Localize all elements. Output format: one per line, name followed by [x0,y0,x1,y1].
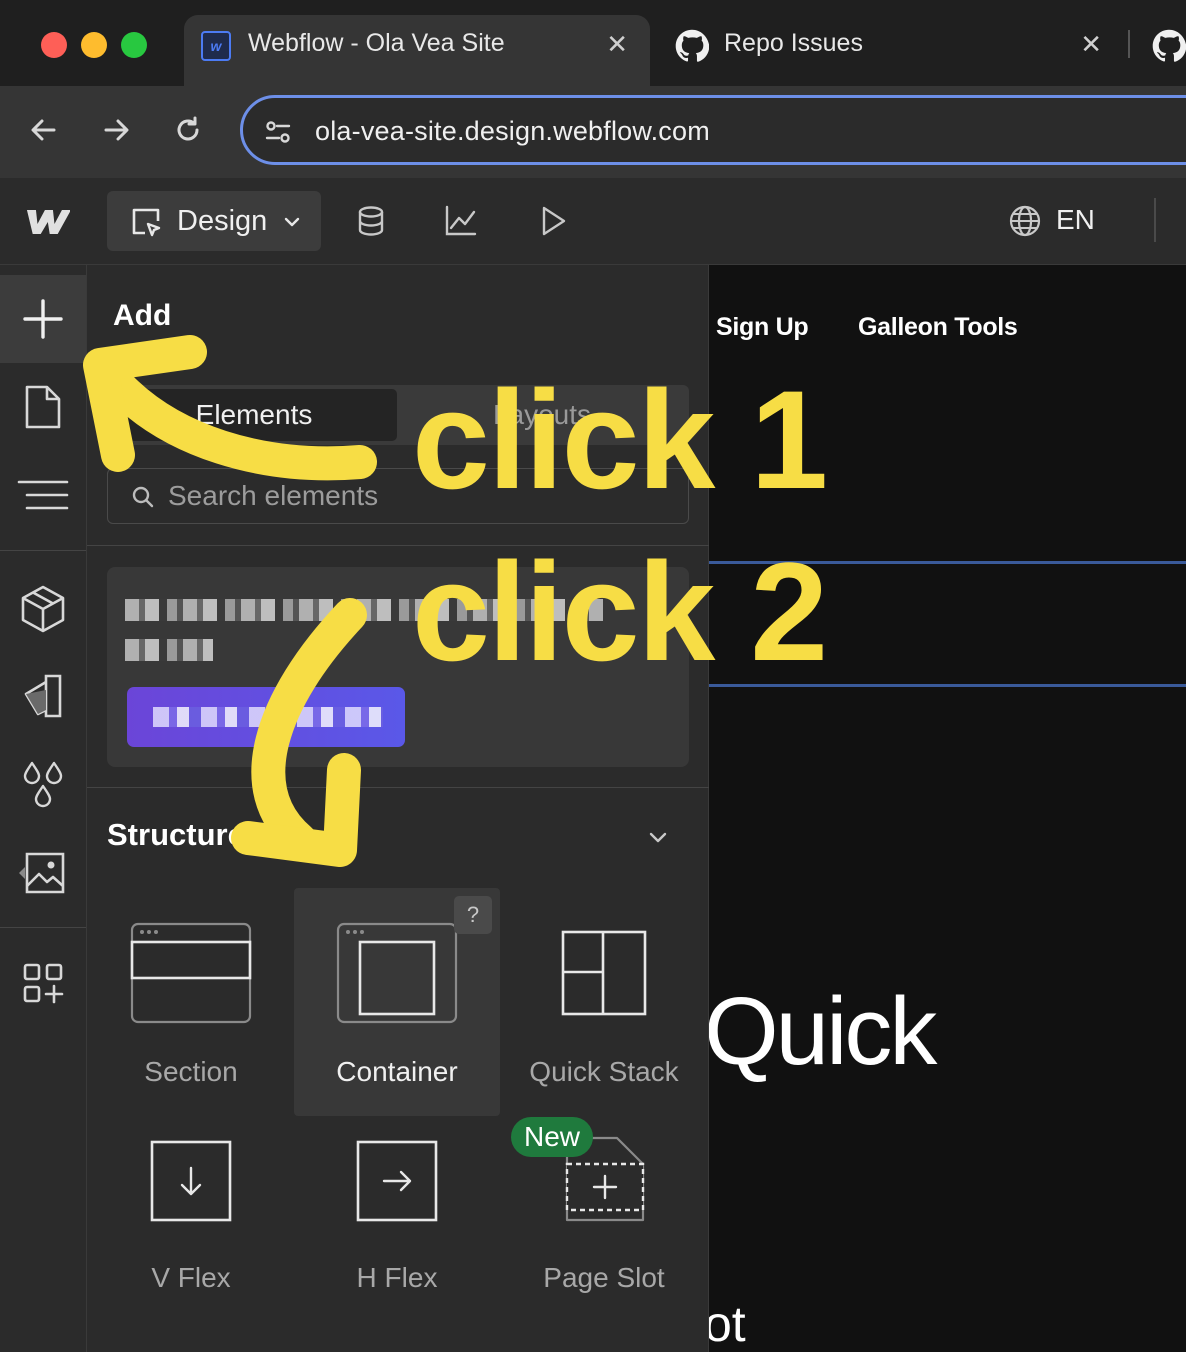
element-container[interactable]: ? Container [294,888,500,1116]
redacted-text [125,639,213,661]
element-quick-stack[interactable]: Quick Stack [501,888,707,1116]
add-plus-icon [23,299,63,339]
container-icon [336,922,458,1024]
url-text: ola-vea-site.design.webflow.com [315,116,710,146]
redacted-text [153,707,383,727]
h-flex-icon [356,1140,438,1222]
minimize-window-button[interactable] [81,32,107,58]
left-sidebar-rail [0,265,87,1352]
analytics-chart-icon[interactable] [444,204,478,238]
element-label: Container [336,1056,458,1087]
topbar-divider [1154,198,1156,242]
element-label: V Flex [151,1262,231,1293]
annotation-click-2: click 2 [412,533,828,690]
tab-close-icon[interactable]: ✕ [1080,29,1102,60]
back-arrow-icon[interactable] [24,110,64,150]
webflow-logo-icon[interactable] [22,204,70,238]
canvas-nav-link[interactable]: Sign Up [716,313,809,342]
browser-toolbar: ola-vea-site.design.webflow.com [0,86,1186,178]
chevron-down-icon[interactable] [647,827,669,849]
new-badge: New [511,1117,593,1157]
address-bar[interactable]: ola-vea-site.design.webflow.com [240,95,1186,165]
style-selectors-button[interactable] [0,653,86,741]
webflow-designer: Design EN Sign Up Galleon Tools Quick ot… [0,178,1186,1352]
annotation-click-1: click 1 [412,361,828,518]
element-label: Page Slot [543,1262,665,1293]
designer-topbar: Design EN [0,178,1186,265]
search-icon [132,486,154,508]
tab-title: Webflow - Ola Vea Site [248,29,505,57]
tab-webflow[interactable]: w Webflow - Ola Vea Site ✕ [184,15,650,86]
design-mode-label: Design [177,205,268,237]
site-settings-icon[interactable] [263,117,293,147]
navigator-button[interactable] [0,451,86,539]
tab-repo-issues[interactable]: Repo Issues ✕ [650,15,1126,86]
reload-icon[interactable] [168,110,208,150]
assets-button[interactable] [0,829,86,917]
pages-button[interactable] [0,363,86,451]
quick-stack-icon [561,930,647,1016]
add-elements-button[interactable] [0,275,86,363]
canvas-heading[interactable]: Quick [708,977,937,1087]
github-icon [675,29,709,62]
section-icon [130,922,252,1024]
rail-divider [0,927,86,928]
canvas-nav-link[interactable]: Galleon Tools [858,313,1018,342]
v-flex-icon [150,1140,232,1222]
preview-play-icon[interactable] [536,204,570,238]
github-icon[interactable] [1152,29,1186,63]
element-v-flex[interactable]: V Flex [88,1116,294,1344]
variables-button[interactable] [0,741,86,829]
browser-titlebar: w Webflow - Ola Vea Site ✕ Repo Issues ✕ [0,0,1186,86]
assets-image-icon [19,852,65,894]
design-mode-dropdown[interactable]: Design [107,191,321,251]
forward-arrow-icon[interactable] [96,110,136,150]
element-label: H Flex [356,1262,438,1293]
globe-icon[interactable] [1008,204,1042,238]
panel-title: Add [113,299,172,332]
tab-title: Repo Issues [724,29,863,57]
cursor-select-icon [132,208,161,237]
help-icon[interactable]: ? [454,896,492,934]
tab-close-icon[interactable]: ✕ [606,29,628,60]
rail-divider [0,550,86,551]
structure-section-title[interactable]: Structure [107,817,245,853]
cms-database-icon[interactable] [354,204,388,238]
variables-drops-icon [23,761,63,808]
style-selector-icon [24,674,62,718]
chevron-down-icon [284,217,300,227]
element-h-flex[interactable]: H Flex [294,1116,500,1344]
maximize-window-button[interactable] [121,32,147,58]
promo-button[interactable] [127,687,405,747]
element-section[interactable]: Section [88,888,294,1116]
tab-elements[interactable]: Elements [111,389,397,441]
pages-icon [25,385,61,429]
tab-divider [1128,30,1130,58]
apps-button[interactable] [0,939,86,1027]
element-label: Quick Stack [529,1056,679,1087]
components-button[interactable] [0,565,86,653]
element-label: Section [144,1056,238,1087]
webflow-favicon-icon: w [201,31,231,61]
close-window-button[interactable] [41,32,67,58]
apps-icon [23,963,64,1004]
components-box-icon [21,585,65,633]
navigator-icon [17,480,69,510]
canvas-text[interactable]: ot [708,1295,746,1352]
panel-divider [87,787,709,788]
language-selector[interactable]: EN [1056,204,1095,236]
